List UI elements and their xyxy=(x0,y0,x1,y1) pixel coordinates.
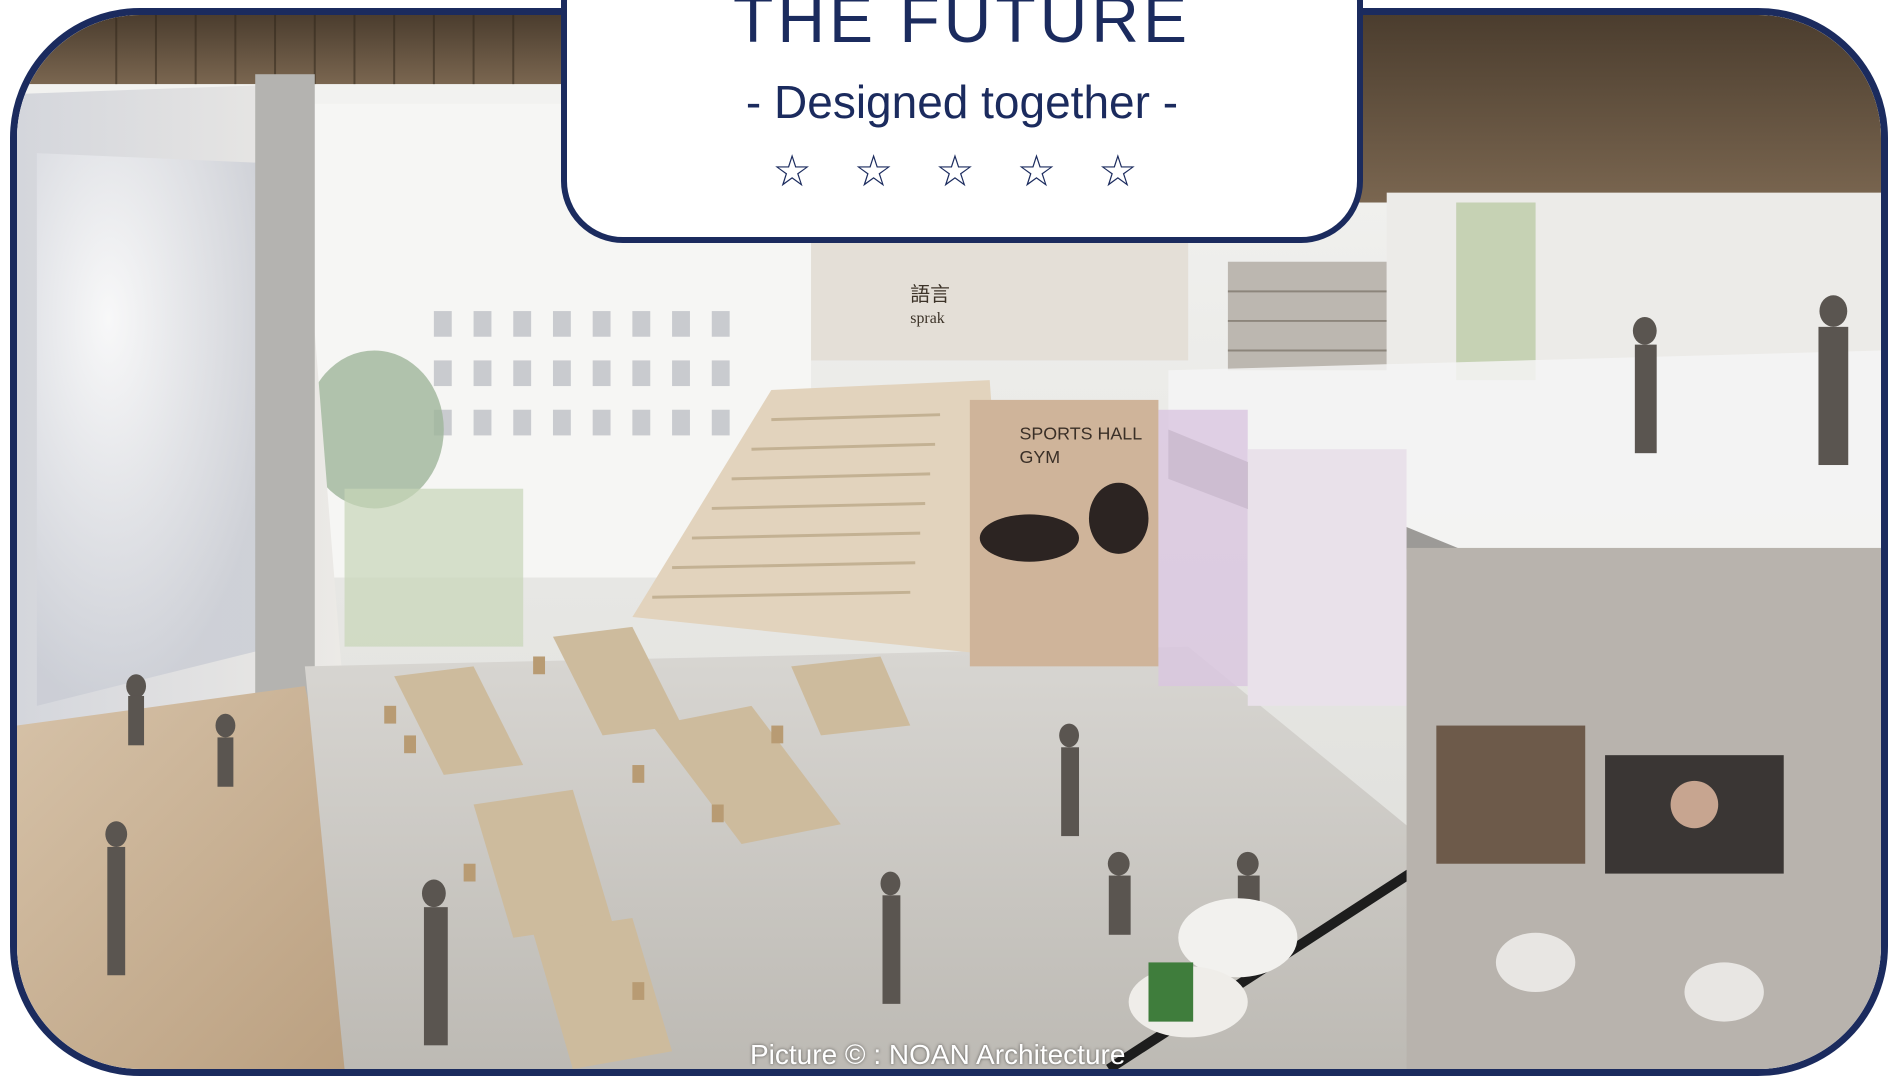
page-subtitle: - Designed together - xyxy=(745,76,1179,128)
sign-language-chinese: 語言 xyxy=(910,283,950,306)
sign-gym: GYM xyxy=(1019,447,1060,467)
sign-sports-hall: SPORTS HALL xyxy=(1019,423,1142,443)
picture-credit: Picture © : NOAN Architecture xyxy=(750,1039,1126,1070)
page-title: THE FUTURE xyxy=(733,0,1191,56)
title-card: THE FUTURE - Designed together - ☆ ☆ ☆ ☆… xyxy=(561,0,1363,243)
sign-language-sprak: sprak xyxy=(910,310,944,327)
star-rating-icon: ☆ ☆ ☆ ☆ ☆ xyxy=(772,146,1152,197)
